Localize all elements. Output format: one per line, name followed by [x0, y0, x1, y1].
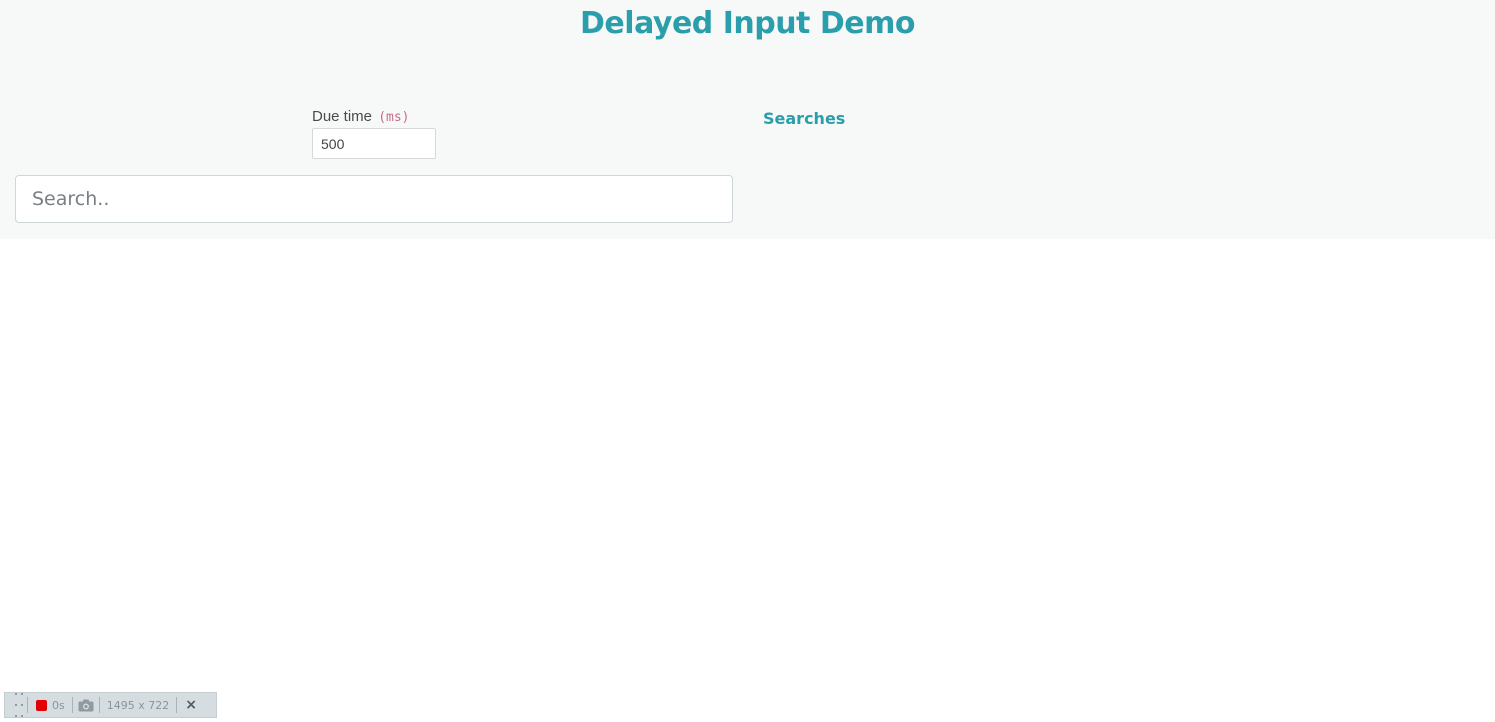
- camera-icon: [78, 699, 94, 711]
- capture-dimensions: 1495 x 722: [106, 698, 170, 712]
- searches-heading: Searches: [763, 109, 846, 128]
- recording-toolbar: 0s 1495 x 722 ×: [4, 692, 217, 718]
- search-input[interactable]: [15, 175, 733, 223]
- due-time-label: Due time (ms): [312, 108, 410, 125]
- close-icon[interactable]: ×: [180, 697, 202, 713]
- due-time-input[interactable]: [312, 128, 436, 159]
- page-title: Delayed Input Demo: [580, 6, 915, 41]
- toolbar-divider: [71, 697, 73, 713]
- record-button[interactable]: 0s: [31, 693, 69, 717]
- record-stop-icon: [36, 699, 47, 711]
- due-time-unit: (ms): [378, 110, 410, 125]
- due-time-label-text: Due time: [312, 108, 373, 125]
- toolbar-divider: [98, 697, 100, 713]
- toolbar-divider: [176, 697, 178, 713]
- toolbar-divider: [27, 697, 28, 713]
- drag-handle-icon[interactable]: [14, 693, 24, 717]
- top-panel: Delayed Input Demo Due time (ms) Searche…: [0, 0, 1495, 239]
- screenshot-button[interactable]: [78, 693, 94, 717]
- record-timer: 0s: [52, 698, 65, 712]
